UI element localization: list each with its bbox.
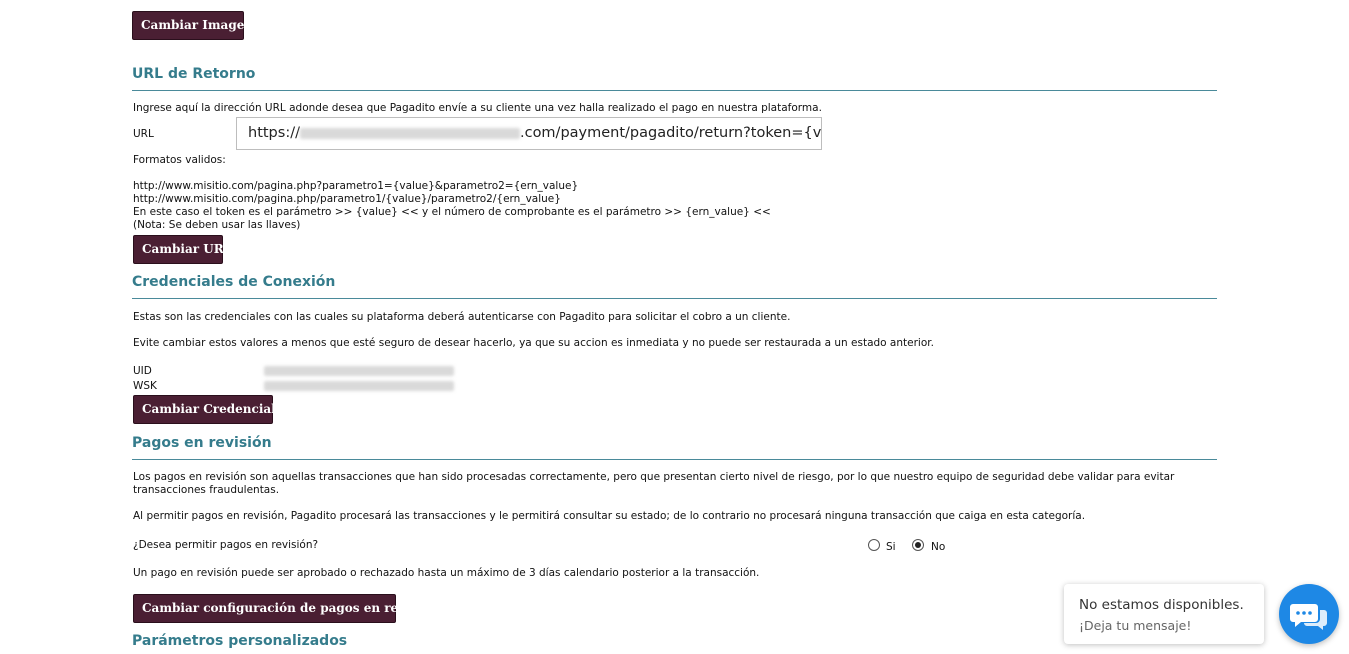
wsk-label: WSK: [133, 380, 157, 392]
format-example-1: http://www.misitio.com/pagina.php?parame…: [133, 180, 579, 192]
chat-prompt: ¡Deja tu mensaje!: [1079, 618, 1192, 633]
chat-status: No estamos disponibles.: [1079, 597, 1244, 613]
url-label: URL: [133, 128, 154, 140]
radio-no-label: No: [931, 541, 946, 553]
redacted-wsk-value: [264, 381, 454, 391]
credentials-description: Estas son las credenciales con las cuale…: [133, 311, 791, 323]
section-divider: [132, 90, 1217, 91]
review-limit-note: Un pago en revisión puede ser aprobado o…: [133, 567, 760, 579]
credentials-warning: Evite cambiar estos valores a menos que …: [133, 337, 934, 349]
chat-bubbles-icon: [1290, 604, 1327, 630]
change-credentials-button[interactable]: Cambiar Credenciales: [133, 395, 290, 424]
review-payments-description: Los pagos en revisión son aquellas trans…: [133, 471, 1175, 496]
custom-params-heading: Parámetros personalizados: [132, 633, 348, 649]
section-divider: [132, 298, 1217, 299]
review-payments-info: Al permitir pagos en revisión, Pagadito …: [133, 510, 1086, 522]
redacted-domain: [299, 127, 520, 139]
token-explanation: En este caso el token es el parámetro >>…: [133, 206, 771, 218]
url-prefix: https://: [248, 125, 300, 141]
redacted-uid-value: [264, 366, 454, 376]
return-url-heading: URL de Retorno: [132, 66, 256, 82]
allow-review-question: ¿Desea permitir pagos en revisión?: [133, 539, 319, 551]
review-payments-heading: Pagos en revisión: [132, 435, 272, 451]
return-url-description: Ingrese aquí la dirección URL adonde des…: [133, 102, 822, 114]
credentials-heading: Credenciales de Conexión: [132, 274, 336, 290]
radio-yes[interactable]: [868, 539, 880, 551]
chat-offline-card[interactable]: No estamos disponibles. ¡Deja tu mensaje…: [1064, 584, 1264, 644]
url-suffix: .com/payment/pagadito/return?token={valu…: [519, 125, 822, 141]
change-url-button[interactable]: Cambiar URL: [133, 235, 232, 264]
formats-label: Formatos validos:: [133, 154, 226, 166]
change-review-config-button[interactable]: Cambiar configuración de pagos en revisi…: [133, 594, 438, 623]
section-divider: [132, 459, 1217, 460]
return-url-input[interactable]: https:// .com/payment/pagadito/return?tok…: [236, 117, 822, 150]
change-image-button[interactable]: Cambiar Imagen: [132, 11, 253, 40]
braces-note: (Nota: Se deben usar las llaves): [133, 219, 301, 231]
uid-label: UID: [133, 365, 152, 377]
format-example-2: http://www.misitio.com/pagina.php/parame…: [133, 193, 561, 205]
radio-yes-label: Si: [886, 541, 896, 553]
chat-launcher-button[interactable]: [1279, 584, 1339, 644]
radio-no[interactable]: [912, 539, 924, 551]
